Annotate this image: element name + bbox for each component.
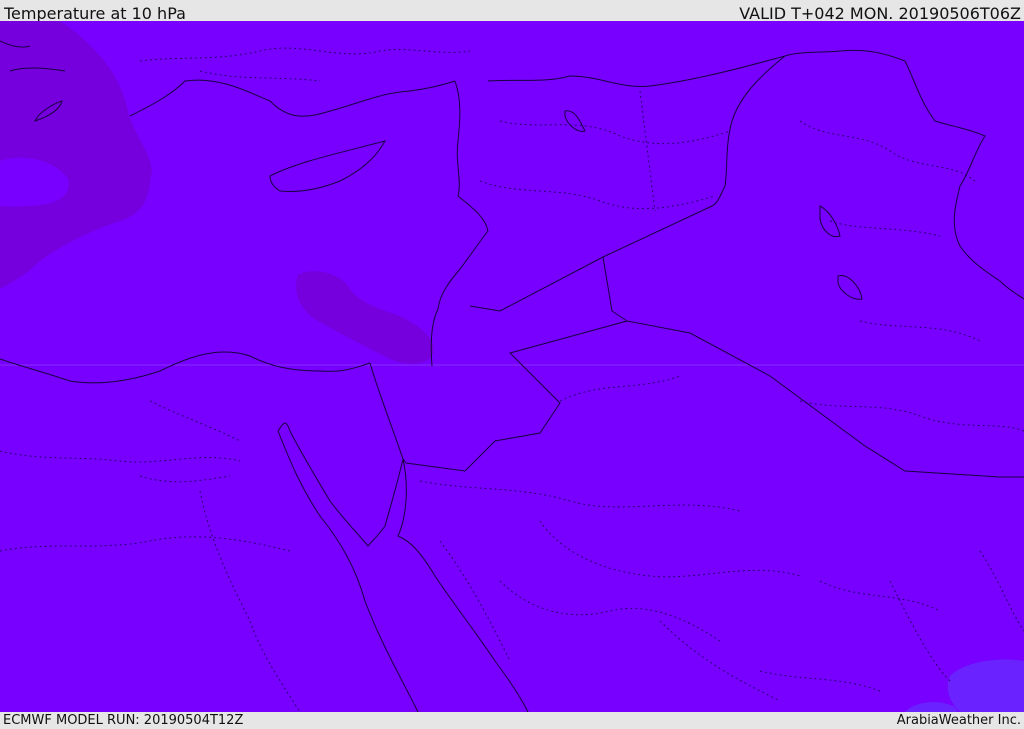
credit-label: ArabiaWeather Inc. <box>896 713 1021 728</box>
header-bar: Temperature at 10 hPa VALID T+042 MON. 2… <box>0 0 1024 23</box>
temperature-field <box>0 21 1024 712</box>
footer-bar: ECMWF MODEL RUN: 20190504T12Z ArabiaWeat… <box>0 712 1024 729</box>
temperature-map[interactable] <box>0 21 1024 712</box>
model-run-label: ECMWF MODEL RUN: 20190504T12Z <box>3 713 244 728</box>
map-canvas <box>0 21 1024 712</box>
